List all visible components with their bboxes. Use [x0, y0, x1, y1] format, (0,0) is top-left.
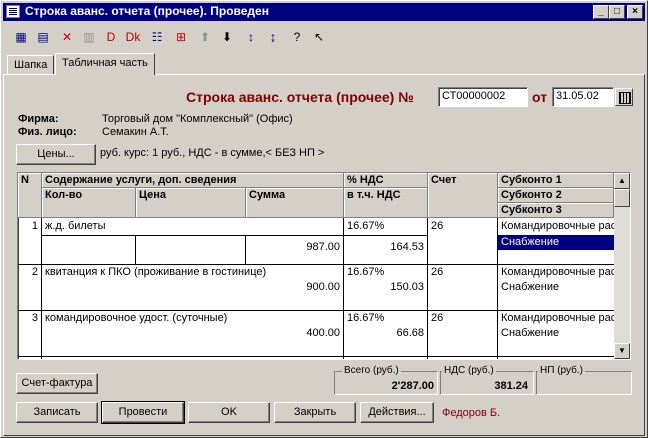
row-account[interactable]: 26	[428, 265, 497, 279]
row-sub2[interactable]: Снабжение	[498, 326, 614, 340]
row-account[interactable]: 26	[428, 311, 497, 325]
scroll-thumb[interactable]	[614, 189, 630, 207]
help-icon[interactable]: ?	[287, 28, 307, 47]
tab-table[interactable]: Табличная часть	[55, 53, 155, 75]
col-header-price[interactable]: Цена	[136, 188, 246, 218]
row-vat[interactable]: 150.03	[344, 280, 427, 294]
col-header-content[interactable]: Содержание услуги, доп. сведения	[42, 173, 344, 188]
row-sum[interactable]: 987.00	[246, 240, 343, 254]
title-bar: Строка аванс. отчета (прочее). Проведен …	[3, 3, 645, 21]
edit-row-icon[interactable]: ☷	[147, 28, 167, 47]
scroll-up-icon[interactable]: ▲	[614, 173, 630, 189]
total-label: Всего (руб.)	[342, 365, 401, 376]
col-header-account[interactable]: Счет	[428, 173, 498, 218]
sort-ascending-icon[interactable]: ↕	[241, 28, 261, 47]
close-button[interactable]: Закрыть	[274, 402, 356, 423]
prices-text: руб. курс: 1 руб., НДС - в сумме,< БЕЗ Н…	[100, 147, 325, 159]
person-value: Семакин А.Т.	[102, 126, 169, 138]
close-window-button[interactable]: ×	[627, 5, 643, 19]
col-header-sub3[interactable]: Субконто 3	[498, 203, 614, 218]
tab-header[interactable]: Шапка	[7, 55, 55, 75]
minimize-button[interactable]: _	[593, 5, 609, 19]
col-header-sum[interactable]: Сумма	[246, 188, 344, 218]
move-up-icon[interactable]: ⬆	[195, 28, 215, 47]
row-vat[interactable]: 66.68	[344, 326, 427, 340]
author-name: Федоров Б.	[442, 407, 501, 419]
date-field[interactable]: 31.05.02	[552, 87, 614, 107]
post-button[interactable]: Провести	[101, 401, 185, 424]
row-sub2-selected[interactable]: Снабжение	[498, 235, 614, 250]
document-heading: Строка аванс. отчета (прочее) №	[186, 89, 414, 105]
col-divider	[41, 218, 42, 359]
credit-icon[interactable]: Dk	[123, 28, 143, 47]
row-content[interactable]: ж.д. билеты	[42, 219, 342, 233]
context-help-icon[interactable]: ↖	[309, 28, 329, 47]
items-table[interactable]: N Содержание услуги, доп. сведения Кол-в…	[17, 172, 631, 360]
row-vat-pct[interactable]: 16.67%	[344, 219, 427, 233]
calendar-icon[interactable]	[615, 88, 633, 106]
row-content[interactable]: квитанция к ПКО (проживание в гостинице)	[42, 265, 342, 279]
np-total-label: НП (руб.)	[538, 365, 585, 376]
invoice-button[interactable]: Счет-фактура	[16, 373, 98, 394]
row-sum[interactable]: 400.00	[246, 326, 343, 340]
person-label: Физ. лицо:	[18, 126, 77, 138]
cell-divider	[344, 235, 428, 236]
row-sum[interactable]: 900.00	[246, 280, 343, 294]
cell-divider	[42, 235, 344, 236]
toolbar: ▦ ▤ ✕ ▥ D Dk ☷ ⊞ ⬆ ⬇ ↕ ↨ ? ↖	[3, 23, 645, 51]
col-header-vat-pct[interactable]: % НДС	[344, 173, 428, 188]
col-header-vat[interactable]: в т.ч. НДС	[344, 188, 428, 218]
delete-row-icon[interactable]: ✕	[57, 28, 77, 47]
vat-total-label: НДС (руб.)	[442, 365, 496, 376]
col-header-sub1[interactable]: Субконто 1	[498, 173, 614, 188]
row-account[interactable]: 26	[428, 219, 497, 233]
firm-value: Торговый дом "Комплексный" (Офис)	[102, 113, 293, 125]
firm-label: Фирма:	[18, 113, 59, 125]
tab-strip: Шапка Табличная часть	[3, 53, 645, 75]
move-down-icon[interactable]: ⬇	[217, 28, 237, 47]
grid-icon[interactable]: ▦	[11, 28, 31, 47]
save-button[interactable]: Записать	[16, 402, 98, 423]
maximize-button[interactable]: □	[609, 5, 625, 19]
col-divider	[427, 218, 428, 359]
row-content[interactable]: командировочное удост. (суточные)	[42, 311, 342, 325]
row-number: 2	[31, 266, 38, 278]
date-label: от	[532, 89, 548, 105]
actions-button[interactable]: Действия...	[360, 402, 434, 423]
row-number: 1	[31, 220, 38, 232]
col-header-n[interactable]: N	[18, 173, 42, 218]
vat-total-value: 381.24	[494, 380, 528, 392]
document-icon	[6, 5, 20, 18]
sort-descending-icon[interactable]: ↨	[263, 28, 283, 47]
col-header-sub2[interactable]: Субконто 2	[498, 188, 614, 203]
document-window: Строка аванс. отчета (прочее). Проведен …	[0, 0, 648, 438]
row-vat[interactable]: 164.53	[344, 240, 427, 254]
cell-divider	[135, 235, 136, 264]
row-vat-pct[interactable]: 16.67%	[344, 311, 427, 325]
total-value: 2'287.00	[391, 380, 434, 392]
add-row-icon[interactable]: ▤	[33, 28, 53, 47]
copy-row-icon[interactable]: ▥	[79, 28, 99, 47]
row-sub1[interactable]: Командировочные рас	[498, 265, 614, 279]
row-sub1[interactable]: Командировочные рас	[498, 219, 614, 233]
scroll-down-icon[interactable]: ▼	[614, 343, 630, 359]
col-header-qty[interactable]: Кол-во	[42, 188, 136, 218]
row-divider	[18, 356, 614, 357]
vertical-scrollbar[interactable]: ▲ ▼	[614, 173, 630, 359]
debit-icon[interactable]: D	[101, 28, 121, 47]
ok-button[interactable]: OK	[188, 402, 270, 423]
row-sub1[interactable]: Командировочные рас	[498, 311, 614, 325]
doc-number-field[interactable]: СТ00000002	[438, 87, 528, 107]
prices-button[interactable]: Цены...	[16, 144, 96, 165]
row-number: 3	[31, 312, 38, 324]
row-vat-pct[interactable]: 16.67%	[344, 265, 427, 279]
window-title: Строка аванс. отчета (прочее). Проведен	[25, 4, 269, 18]
insert-row-icon[interactable]: ⊞	[171, 28, 191, 47]
row-sub2[interactable]: Снабжение	[498, 280, 614, 294]
